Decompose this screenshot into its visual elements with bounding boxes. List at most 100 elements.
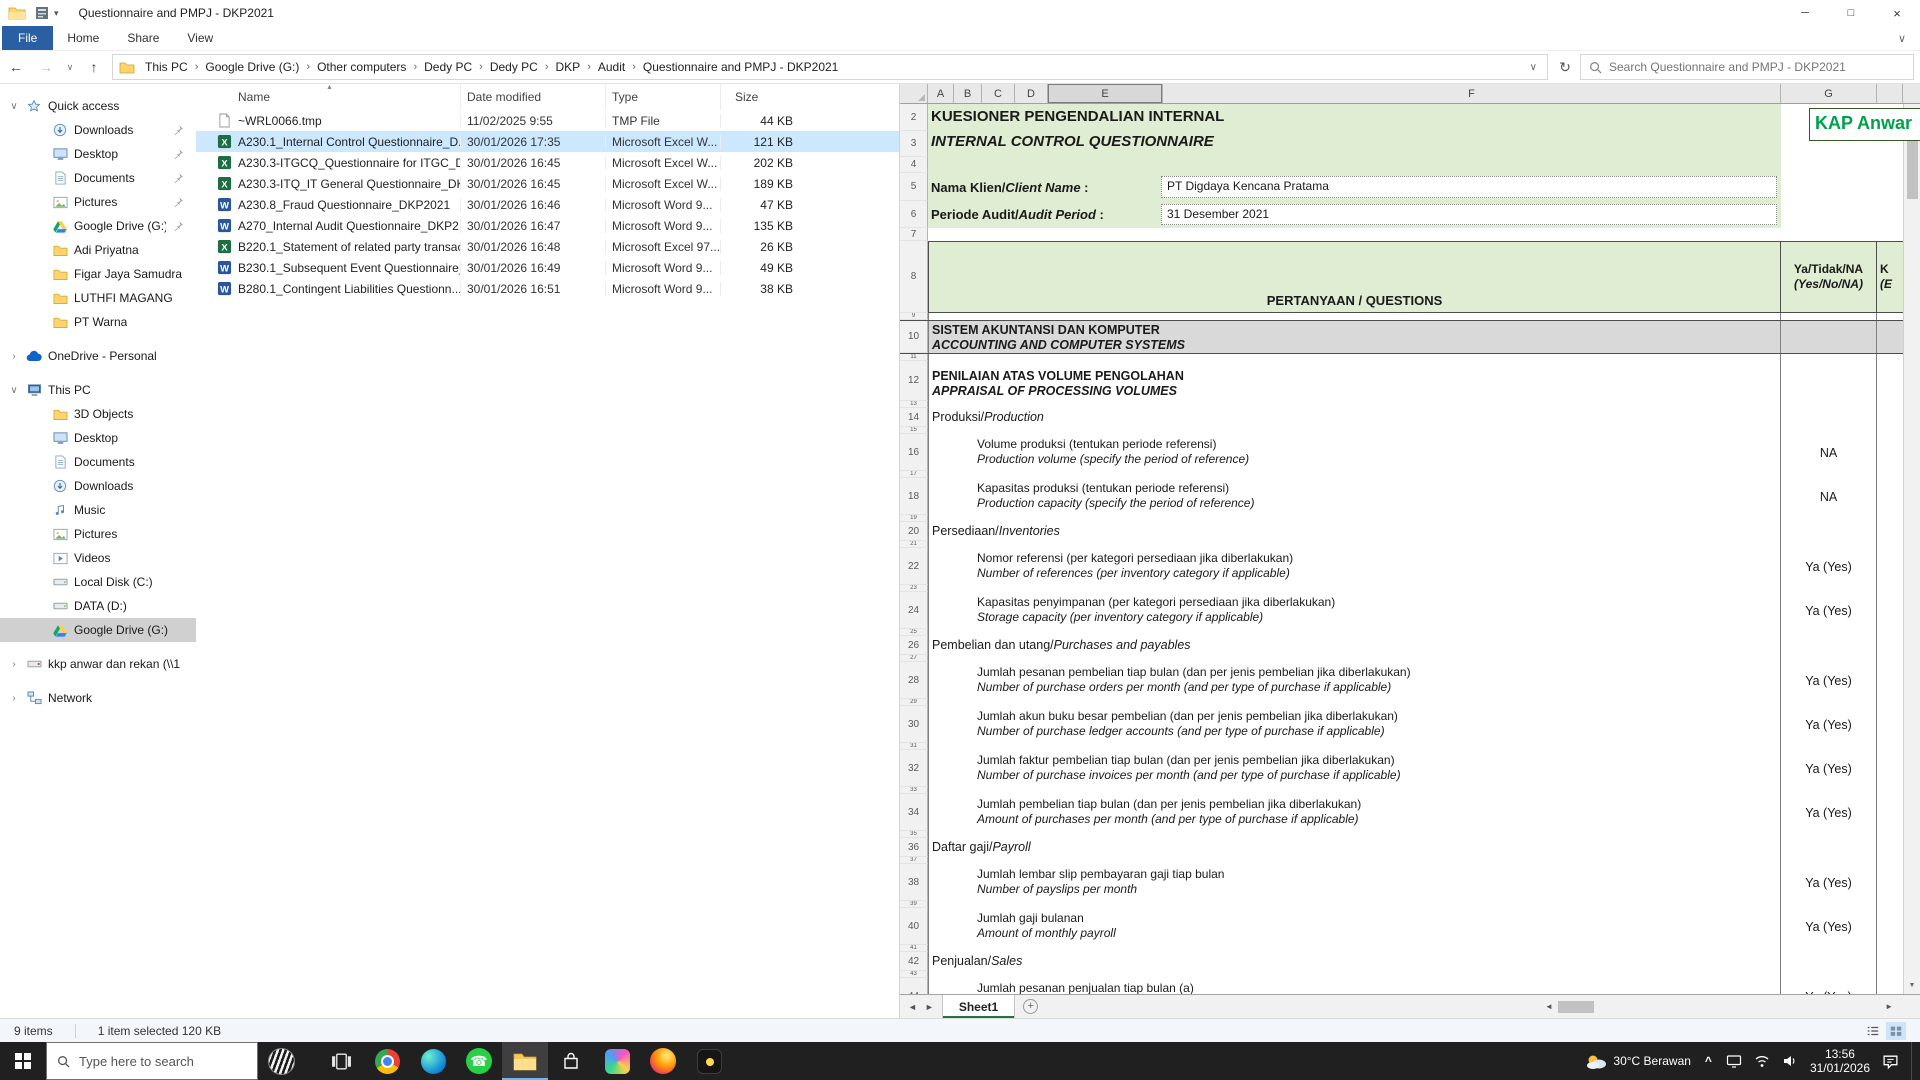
- file-row-wrl0066-tmp[interactable]: ~WRL0066.tmp11/02/2025 9:55TMP File44 KB: [196, 110, 899, 131]
- display-tray-icon[interactable]: [1726, 1053, 1742, 1069]
- chevron-icon[interactable]: ›: [8, 693, 20, 704]
- up-button[interactable]: ↑: [80, 53, 108, 81]
- chrome-taskbar-button[interactable]: [364, 1042, 410, 1080]
- sidebar-section-kkp-anwar-dan-rekan-1[interactable]: ›kkp anwar dan rekan (\\1: [0, 652, 196, 676]
- sidebar-item-data-d[interactable]: DATA (D:): [0, 594, 196, 618]
- sidebar-item-luthfi-magang[interactable]: LUTHFI MAGANG: [0, 286, 196, 310]
- recent-locations-chevron-icon[interactable]: ∨: [62, 53, 78, 81]
- whatsapp-taskbar-button[interactable]: ☎: [456, 1042, 502, 1080]
- address-bar[interactable]: This PC›Google Drive (G:)›Other computer…: [112, 54, 1548, 80]
- file-row-a230-3-itq-it-general-question[interactable]: XA230.3-ITQ_IT General Questionnaire_DK.…: [196, 173, 899, 194]
- maximize-button[interactable]: □: [1828, 0, 1874, 26]
- sidebar-item-downloads[interactable]: Downloads: [0, 474, 196, 498]
- close-button[interactable]: ×: [1874, 0, 1920, 26]
- sidebar-item-documents[interactable]: Documents: [0, 166, 196, 190]
- sidebar-item-desktop[interactable]: Desktop: [0, 142, 196, 166]
- file-menu-tab[interactable]: File: [2, 26, 53, 50]
- preview-horizontal-scrollbar[interactable]: ◄ ►: [1540, 995, 1898, 1018]
- breadcrumb-item-google-drive-g[interactable]: Google Drive (G:): [201, 58, 303, 76]
- column-header-name[interactable]: Name: [216, 84, 460, 110]
- refresh-button[interactable]: ↻: [1552, 54, 1578, 80]
- pinned-app-dark-taskbar-button[interactable]: [686, 1042, 732, 1080]
- edge-taskbar-button[interactable]: [410, 1042, 456, 1080]
- file-row-a230-8-fraud-questionnaire-dkp[interactable]: WA230.8_Fraud Questionnaire_DKP202130/01…: [196, 194, 899, 215]
- file-row-b230-1-subsequent-event-questi[interactable]: WB230.1_Subsequent Event Questionnaire_.…: [196, 257, 899, 278]
- zebra-app-taskbar-button[interactable]: [258, 1042, 304, 1080]
- titlebar-customize-chevron-icon[interactable]: ▾: [54, 8, 59, 19]
- explorer-search-input[interactable]: Search Questionnaire and PMPJ - DKP2021: [1580, 54, 1914, 80]
- file-row-a230-1-internal-control-questi[interactable]: XA230.1_Internal Control Questionnaire_D…: [196, 131, 899, 152]
- large-icons-view-icon[interactable]: [1886, 1022, 1906, 1040]
- firefox-taskbar-button[interactable]: [640, 1042, 686, 1080]
- breadcrumb-item-this-pc[interactable]: This PC: [141, 58, 192, 76]
- sidebar-section-quick-access[interactable]: ∨Quick access: [0, 94, 196, 118]
- file-row-a230-3-itgcq-questionnaire-for[interactable]: XA230.3-ITGCQ_Questionnaire for ITGC_DK.…: [196, 152, 899, 173]
- file-row-b280-1-contingent-liabilities-[interactable]: WB280.1_Contingent Liabilities Questionn…: [196, 278, 899, 299]
- scroll-left-icon[interactable]: ◄: [1540, 1002, 1558, 1011]
- preview-vertical-scrollbar[interactable]: ▲ ▼: [1903, 104, 1920, 994]
- horizontal-scrollbar-thumb[interactable]: [1558, 1001, 1594, 1013]
- weather-widget[interactable]: 30°C Berawan: [1585, 1053, 1691, 1070]
- chevron-icon[interactable]: ›: [8, 659, 20, 670]
- sidebar-item-music[interactable]: Music: [0, 498, 196, 522]
- sidebar-item-3d-objects[interactable]: 3D Objects: [0, 402, 196, 426]
- view-menu-tab[interactable]: View: [173, 26, 227, 50]
- chevron-icon[interactable]: ∨: [8, 385, 20, 396]
- sheet-nav-next-icon[interactable]: ►: [925, 1002, 934, 1012]
- share-menu-tab[interactable]: Share: [113, 26, 173, 50]
- file-row-a270-internal-audit-questionna[interactable]: WA270_Internal Audit Questionnaire_DKP2.…: [196, 215, 899, 236]
- pinned-app-taskbar-button[interactable]: [594, 1042, 640, 1080]
- sidebar-item-pt-warna[interactable]: PT Warna: [0, 310, 196, 334]
- breadcrumb-item-other-computers[interactable]: Other computers: [313, 58, 410, 76]
- sidebar-section-onedrive-personal[interactable]: ›OneDrive - Personal: [0, 344, 196, 368]
- taskbar-search-input[interactable]: Type here to search: [46, 1042, 258, 1080]
- back-button[interactable]: ←: [2, 53, 30, 81]
- scroll-right-icon[interactable]: ►: [1880, 1002, 1898, 1011]
- address-dropdown-chevron-icon[interactable]: ∨: [1526, 62, 1541, 73]
- sidebar-item-adi-priyatna[interactable]: Adi Priyatna: [0, 238, 196, 262]
- column-header-type[interactable]: Type: [605, 84, 720, 110]
- chevron-icon[interactable]: ∨: [8, 101, 20, 112]
- forward-button[interactable]: →: [32, 53, 60, 81]
- sheet-tab-sheet1[interactable]: Sheet1: [942, 995, 1015, 1018]
- sidebar-item-documents[interactable]: Documents: [0, 450, 196, 474]
- add-sheet-icon[interactable]: +: [1023, 999, 1038, 1014]
- show-desktop-button[interactable]: [1911, 1042, 1917, 1080]
- column-header-date-modified[interactable]: Date modified: [460, 84, 605, 110]
- sidebar-item-google-drive-g[interactable]: Google Drive (G:): [0, 214, 196, 238]
- sidebar-item-local-disk-c[interactable]: Local Disk (C:): [0, 570, 196, 594]
- home-menu-tab[interactable]: Home: [53, 26, 113, 50]
- sidebar-item-pictures[interactable]: Pictures: [0, 190, 196, 214]
- breadcrumb-item-dedy-pc[interactable]: Dedy PC: [420, 58, 476, 76]
- vertical-scrollbar-thumb[interactable]: [1907, 131, 1918, 199]
- microsoft-store-taskbar-button[interactable]: [548, 1042, 594, 1080]
- sidebar-item-downloads[interactable]: Downloads: [0, 118, 196, 142]
- sheet-nav-prev-icon[interactable]: ◄: [908, 1002, 917, 1012]
- action-center-icon[interactable]: [1882, 1053, 1899, 1070]
- sidebar-item-desktop[interactable]: Desktop: [0, 426, 196, 450]
- file-explorer-taskbar-button[interactable]: [502, 1042, 548, 1080]
- minimize-button[interactable]: ─: [1782, 0, 1828, 26]
- taskbar-clock[interactable]: 13:56 31/01/2026: [1810, 1047, 1870, 1075]
- sidebar-item-pictures[interactable]: Pictures: [0, 522, 196, 546]
- properties-toolbar-icon[interactable]: [34, 6, 50, 20]
- breadcrumb-item-questionnaire-and-pmpj-dkp2021[interactable]: Questionnaire and PMPJ - DKP2021: [639, 58, 842, 76]
- chevron-icon[interactable]: ›: [8, 351, 20, 362]
- task-view-taskbar-button[interactable]: [318, 1042, 364, 1080]
- sidebar-item-google-drive-g[interactable]: Google Drive (G:): [0, 618, 196, 642]
- breadcrumb-item-dedy-pc[interactable]: Dedy PC: [486, 58, 542, 76]
- sidebar-section-this-pc[interactable]: ∨This PC: [0, 378, 196, 402]
- breadcrumb-item-dkp[interactable]: DKP: [552, 58, 585, 76]
- sidebar-section-network[interactable]: ›Network: [0, 686, 196, 710]
- column-header-size[interactable]: Size: [720, 84, 803, 110]
- scroll-down-icon[interactable]: ▼: [1909, 977, 1916, 994]
- wifi-tray-icon[interactable]: [1754, 1053, 1770, 1069]
- breadcrumb-item-audit[interactable]: Audit: [594, 58, 629, 76]
- sidebar-item-figar-jaya-samudra[interactable]: Figar Jaya Samudra: [0, 262, 196, 286]
- expand-ribbon-chevron-icon[interactable]: ∨: [1898, 32, 1906, 45]
- file-row-b220-1-statement-of-related-pa[interactable]: XB220.1_Statement of related party trans…: [196, 236, 899, 257]
- sidebar-item-videos[interactable]: Videos: [0, 546, 196, 570]
- volume-tray-icon[interactable]: [1782, 1053, 1798, 1069]
- details-view-icon[interactable]: [1863, 1022, 1883, 1040]
- start-button[interactable]: [0, 1042, 46, 1080]
